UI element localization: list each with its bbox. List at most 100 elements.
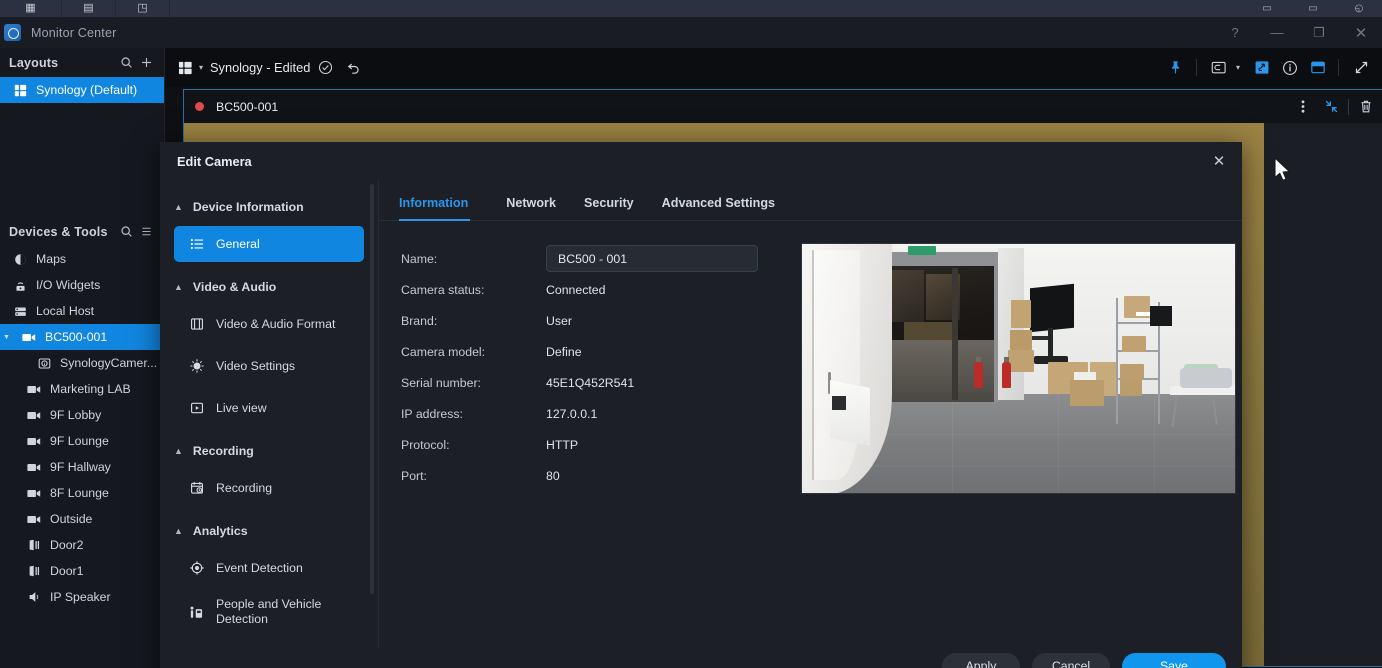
tab-security[interactable]: Security <box>570 196 648 220</box>
chevron-down-icon[interactable]: ▾ <box>199 63 203 72</box>
brightness-icon <box>188 359 205 373</box>
nav-item-event-detection[interactable]: Event Detection <box>174 550 364 586</box>
sidebar-item-label: Maps <box>36 252 67 266</box>
sidebar-item-local-host[interactable]: Local Host <box>0 298 164 324</box>
toolbar-divider <box>1195 59 1197 76</box>
search-icon[interactable] <box>116 53 136 73</box>
sidebar-item-outside[interactable]: Outside <box>0 506 164 532</box>
expand-diagonal-icon[interactable] <box>1348 55 1374 81</box>
camera-tile-empty-area <box>1264 123 1382 666</box>
info-circle-icon[interactable] <box>1277 55 1303 81</box>
sidebar-item-marketing-lab[interactable]: Marketing LAB <box>0 376 164 402</box>
sidebar-item-label: Door1 <box>50 564 84 578</box>
nav-group-video-audio[interactable]: ▲ Video & Audio <box>160 274 378 300</box>
sidebar-item-bc500-001[interactable]: ▼ BC500-001 <box>0 324 164 350</box>
sidebar-item-label: Synology (Default) <box>36 83 138 97</box>
close-icon[interactable]: ✕ <box>1206 148 1232 174</box>
sidebar-item-ip-speaker[interactable]: IP Speaker <box>0 584 164 610</box>
nav-item-video-settings[interactable]: Video Settings <box>174 348 364 384</box>
delete-icon[interactable] <box>1352 94 1380 120</box>
sidebar-item-door1[interactable]: Door1 <box>0 558 164 584</box>
dialog-title: Edit Camera <box>177 153 252 169</box>
chevron-down-icon[interactable]: ▼ <box>3 334 14 341</box>
sidebar-item-label: IP Speaker <box>50 590 111 604</box>
taskbar-app-3-icon: ◳ <box>137 2 148 14</box>
camera-icon <box>26 462 42 473</box>
mouse-cursor <box>1274 157 1290 181</box>
sidebar-item-door2[interactable]: Door2 <box>0 532 164 558</box>
tab-information[interactable]: Information <box>399 196 482 221</box>
sidebar-item-maps[interactable]: Maps <box>0 246 164 272</box>
nav-item-general[interactable]: General <box>174 226 364 262</box>
camera-name-input[interactable]: BC500 - 001 <box>546 245 758 272</box>
nav-group-label: Video & Audio <box>192 280 277 294</box>
nav-group-device-information[interactable]: ▲ Device Information <box>160 194 378 220</box>
nav-group-analytics[interactable]: ▲ Analytics <box>160 518 378 544</box>
plus-icon[interactable] <box>136 53 156 73</box>
pin-icon[interactable] <box>1163 55 1189 81</box>
nav-group-label: Device Information <box>192 200 304 214</box>
os-close-button[interactable]: ◵ <box>1336 0 1382 17</box>
chevron-up-icon: ▲ <box>174 282 183 292</box>
apply-button[interactable]: Apply <box>942 652 1020 668</box>
help-button[interactable]: ? <box>1214 17 1256 48</box>
minimize-button[interactable]: — <box>1256 17 1298 48</box>
field-label: Protocol: <box>401 437 450 452</box>
synology-surveillance-icon <box>4 24 21 41</box>
sidebar-item-9f-lounge[interactable]: 9F Lounge <box>0 428 164 454</box>
collapse-icon[interactable] <box>1317 94 1345 120</box>
close-button[interactable]: ✕ <box>1340 17 1382 48</box>
camera-tile-name: BC500-001 <box>216 99 279 114</box>
layout-grid-icon[interactable] <box>175 59 195 77</box>
sidebar-item-9f-lobby[interactable]: 9F Lobby <box>0 402 164 428</box>
cancel-button-label: Cancel <box>1051 659 1091 668</box>
nav-item-people-vehicle-detection[interactable]: People and Vehicle Detection <box>174 592 364 632</box>
more-options-icon[interactable] <box>1289 94 1317 120</box>
camera-info-fields: Name: BC500 - 001 Camera status: Connect… <box>401 243 791 494</box>
search-icon[interactable] <box>116 222 136 242</box>
sidebar-item-8f-lounge[interactable]: 8F Lounge <box>0 480 164 506</box>
check-circle-icon[interactable] <box>312 55 338 81</box>
nav-group-recording[interactable]: ▲ Recording <box>160 438 378 464</box>
sidebar-item-9f-hallway[interactable]: 9F Hallway <box>0 454 164 480</box>
app-root: ▦ ▤ ◳ ▭ ▭ ◵ Monitor Center ? — ❐ ✕ Layou… <box>0 0 1382 668</box>
apply-button-label: Apply <box>965 659 997 668</box>
chevron-down-icon[interactable]: ▾ <box>1236 63 1240 72</box>
list-menu-icon[interactable] <box>136 222 156 242</box>
field-label: Name: <box>401 251 438 266</box>
camera-mode-icon[interactable] <box>1206 55 1232 81</box>
save-button[interactable]: Save <box>1122 652 1226 668</box>
layout-grid-icon <box>12 84 28 97</box>
door-icon <box>26 565 42 577</box>
chevron-up-icon: ▲ <box>174 446 183 456</box>
camera-preview-image[interactable] <box>801 243 1236 494</box>
cancel-button[interactable]: Cancel <box>1032 652 1110 668</box>
tab-network[interactable]: Network <box>492 196 570 220</box>
left-sidebar: Layouts Synology (Default) Devices & Too… <box>0 48 165 668</box>
camera-icon <box>26 488 42 499</box>
nav-item-intrusion-detection[interactable]: Intrusion Detection <box>174 638 364 647</box>
taskbar-app-2[interactable]: ▤ <box>62 0 116 17</box>
sidebar-item-synology-camera[interactable]: SynologyCamer... <box>0 350 164 376</box>
main-toolbar: ▾ Synology - Edited ▾ <box>165 48 1382 87</box>
window-panel-icon[interactable] <box>1305 55 1331 81</box>
tab-advanced-settings[interactable]: Advanced Settings <box>648 196 789 220</box>
sidebar-item-synology-default[interactable]: Synology (Default) <box>0 77 164 103</box>
recording-dot <box>195 102 204 111</box>
taskbar-app-1[interactable]: ▦ <box>0 0 62 17</box>
restore-button[interactable]: ❐ <box>1298 17 1340 48</box>
field-row-ip-address: IP address: 127.0.0.1 <box>401 398 791 429</box>
sidebar-item-io-widgets[interactable]: I/O Widgets <box>0 272 164 298</box>
taskbar-app-3[interactable]: ◳ <box>116 0 170 17</box>
undo-arrow-icon[interactable] <box>340 55 366 81</box>
edit-camera-dialog: Edit Camera ✕ ▲ Device Information Gener… <box>160 142 1242 668</box>
nav-item-recording[interactable]: Recording <box>174 470 364 506</box>
dialog-nav-scrollbar[interactable] <box>370 184 374 594</box>
nav-item-live-view[interactable]: Live view <box>174 390 364 426</box>
fullscreen-tile-icon[interactable] <box>1249 55 1275 81</box>
os-minimize-button[interactable]: ▭ <box>1244 0 1290 17</box>
nav-item-video-audio-format[interactable]: Video & Audio Format <box>174 306 364 342</box>
os-restore-button[interactable]: ▭ <box>1290 0 1336 17</box>
